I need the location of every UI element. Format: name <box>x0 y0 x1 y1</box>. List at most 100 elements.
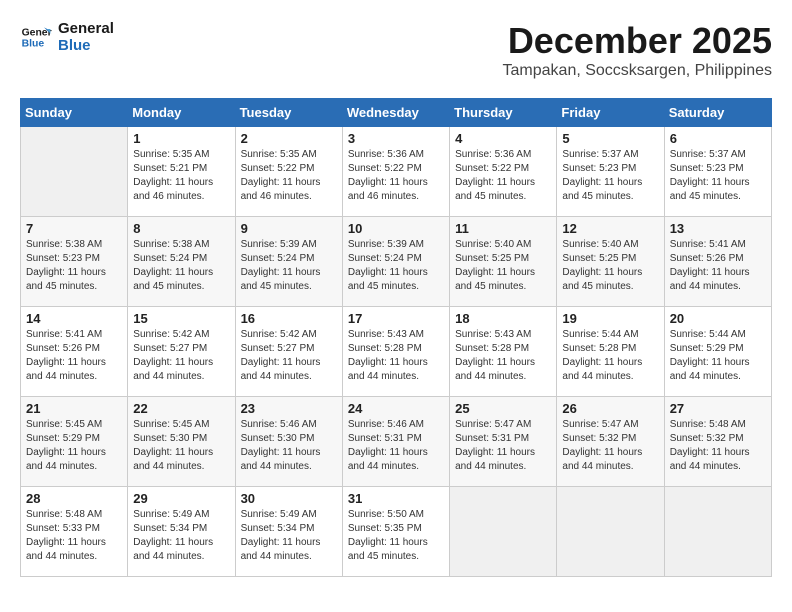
day-number: 23 <box>241 401 337 416</box>
week-row-1: 1Sunrise: 5:35 AMSunset: 5:21 PMDaylight… <box>21 127 772 217</box>
calendar-cell: 15Sunrise: 5:42 AMSunset: 5:27 PMDayligh… <box>128 307 235 397</box>
day-info: Sunrise: 5:41 AMSunset: 5:26 PMDaylight:… <box>670 238 766 294</box>
calendar-cell: 6Sunrise: 5:37 AMSunset: 5:23 PMDaylight… <box>664 127 771 217</box>
day-info: Sunrise: 5:43 AMSunset: 5:28 PMDaylight:… <box>348 328 444 384</box>
calendar-cell <box>21 127 128 217</box>
day-number: 4 <box>455 131 551 146</box>
day-info: Sunrise: 5:35 AMSunset: 5:22 PMDaylight:… <box>241 148 337 204</box>
day-number: 24 <box>348 401 444 416</box>
day-number: 31 <box>348 491 444 506</box>
day-number: 17 <box>348 311 444 326</box>
day-number: 19 <box>562 311 658 326</box>
title-section: December 2025 Tampakan, Soccsksargen, Ph… <box>503 20 772 80</box>
day-info: Sunrise: 5:43 AMSunset: 5:28 PMDaylight:… <box>455 328 551 384</box>
calendar-cell: 10Sunrise: 5:39 AMSunset: 5:24 PMDayligh… <box>342 217 449 307</box>
calendar-cell: 17 Sunrise: 5:43 AMSunset: 5:28 PMDayligh… <box>342 307 449 397</box>
day-info: Sunrise: 5:41 AMSunset: 5:26 PMDaylight:… <box>26 328 122 384</box>
day-info: Sunrise: 5:38 AMSunset: 5:23 PMDaylight:… <box>26 238 122 294</box>
calendar-cell: 22 Sunrise: 5:45 AMSunset: 5:30 PMDayligh… <box>128 397 235 487</box>
day-info: Sunrise: 5:49 AMSunset: 5:34 PMDaylight:… <box>241 508 337 564</box>
day-info: Sunrise: 5:45 AMSunset: 5:30 PMDaylight:… <box>133 418 229 474</box>
day-number: 22 <box>133 401 229 416</box>
day-number: 8 <box>133 221 229 236</box>
day-number: 2 <box>241 131 337 146</box>
day-info: Sunrise: 5:36 AMSunset: 5:22 PMDaylight:… <box>348 148 444 204</box>
calendar-cell: 5 Sunrise: 5:37 AMSunset: 5:23 PMDaylight… <box>557 127 664 217</box>
calendar-cell: 8 Sunrise: 5:38 AMSunset: 5:24 PMDaylight… <box>128 217 235 307</box>
week-row-2: 7 Sunrise: 5:38 AMSunset: 5:23 PMDaylight… <box>21 217 772 307</box>
calendar-cell: 24 Sunrise: 5:46 AMSunset: 5:31 PMDayligh… <box>342 397 449 487</box>
month-title: December 2025 <box>503 20 772 62</box>
day-info: Sunrise: 5:49 AMSunset: 5:34 PMDaylight:… <box>133 508 229 564</box>
logo: General Blue General Blue <box>20 20 114 54</box>
calendar-cell: 28Sunrise: 5:48 AMSunset: 5:33 PMDayligh… <box>21 487 128 577</box>
day-info: Sunrise: 5:37 AMSunset: 5:23 PMDaylight:… <box>562 148 658 204</box>
calendar-cell: 3 Sunrise: 5:36 AMSunset: 5:22 PMDaylight… <box>342 127 449 217</box>
day-number: 9 <box>241 221 337 236</box>
day-info: Sunrise: 5:35 AMSunset: 5:21 PMDaylight:… <box>133 148 229 204</box>
calendar-cell: 16 Sunrise: 5:42 AMSunset: 5:27 PMDayligh… <box>235 307 342 397</box>
day-number: 27 <box>670 401 766 416</box>
calendar-table: SundayMondayTuesdayWednesdayThursdayFrid… <box>20 98 772 577</box>
calendar-cell <box>557 487 664 577</box>
calendar-cell: 31 Sunrise: 5:50 AMSunset: 5:35 PMDayligh… <box>342 487 449 577</box>
day-number: 11 <box>455 221 551 236</box>
calendar-cell: 23Sunrise: 5:46 AMSunset: 5:30 PMDayligh… <box>235 397 342 487</box>
day-number: 16 <box>241 311 337 326</box>
logo-general: General <box>58 20 114 37</box>
weekday-header-wednesday: Wednesday <box>342 99 449 127</box>
calendar-cell: 21 Sunrise: 5:45 AMSunset: 5:29 PMDayligh… <box>21 397 128 487</box>
day-number: 3 <box>348 131 444 146</box>
calendar-cell: 14 Sunrise: 5:41 AMSunset: 5:26 PMDayligh… <box>21 307 128 397</box>
day-info: Sunrise: 5:45 AMSunset: 5:29 PMDaylight:… <box>26 418 122 474</box>
day-number: 10 <box>348 221 444 236</box>
day-info: Sunrise: 5:48 AMSunset: 5:32 PMDaylight:… <box>670 418 766 474</box>
day-info: Sunrise: 5:44 AMSunset: 5:28 PMDaylight:… <box>562 328 658 384</box>
day-number: 21 <box>26 401 122 416</box>
calendar-cell <box>450 487 557 577</box>
day-info: Sunrise: 5:47 AMSunset: 5:31 PMDaylight:… <box>455 418 551 474</box>
day-number: 18 <box>455 311 551 326</box>
day-info: Sunrise: 5:48 AMSunset: 5:33 PMDaylight:… <box>26 508 122 564</box>
weekday-header-friday: Friday <box>557 99 664 127</box>
calendar-body: 1Sunrise: 5:35 AMSunset: 5:21 PMDaylight… <box>21 127 772 577</box>
day-number: 29 <box>133 491 229 506</box>
day-info: Sunrise: 5:50 AMSunset: 5:35 PMDaylight:… <box>348 508 444 564</box>
general-blue-logo-icon: General Blue <box>20 21 52 53</box>
calendar-cell: 29 Sunrise: 5:49 AMSunset: 5:34 PMDayligh… <box>128 487 235 577</box>
week-row-5: 28Sunrise: 5:48 AMSunset: 5:33 PMDayligh… <box>21 487 772 577</box>
day-info: Sunrise: 5:38 AMSunset: 5:24 PMDaylight:… <box>133 238 229 294</box>
weekday-header-saturday: Saturday <box>664 99 771 127</box>
day-number: 6 <box>670 131 766 146</box>
calendar-cell: 4Sunrise: 5:36 AMSunset: 5:22 PMDaylight… <box>450 127 557 217</box>
day-number: 7 <box>26 221 122 236</box>
day-number: 25 <box>455 401 551 416</box>
day-info: Sunrise: 5:40 AMSunset: 5:25 PMDaylight:… <box>562 238 658 294</box>
top-area: General Blue General Blue December 2025 … <box>20 20 772 88</box>
day-info: Sunrise: 5:46 AMSunset: 5:31 PMDaylight:… <box>348 418 444 474</box>
day-number: 12 <box>562 221 658 236</box>
day-number: 14 <box>26 311 122 326</box>
calendar-cell: 20Sunrise: 5:44 AMSunset: 5:29 PMDayligh… <box>664 307 771 397</box>
calendar-cell: 9Sunrise: 5:39 AMSunset: 5:24 PMDaylight… <box>235 217 342 307</box>
day-number: 5 <box>562 131 658 146</box>
weekday-header-monday: Monday <box>128 99 235 127</box>
day-number: 13 <box>670 221 766 236</box>
calendar-cell: 26Sunrise: 5:47 AMSunset: 5:32 PMDayligh… <box>557 397 664 487</box>
week-row-3: 14 Sunrise: 5:41 AMSunset: 5:26 PMDayligh… <box>21 307 772 397</box>
day-info: Sunrise: 5:40 AMSunset: 5:25 PMDaylight:… <box>455 238 551 294</box>
day-info: Sunrise: 5:42 AMSunset: 5:27 PMDaylight:… <box>241 328 337 384</box>
calendar-cell <box>664 487 771 577</box>
day-number: 20 <box>670 311 766 326</box>
logo-blue: Blue <box>58 37 114 54</box>
calendar-cell: 27 Sunrise: 5:48 AMSunset: 5:32 PMDayligh… <box>664 397 771 487</box>
calendar-cell: 30 Sunrise: 5:49 AMSunset: 5:34 PMDayligh… <box>235 487 342 577</box>
calendar-cell: 18 Sunrise: 5:43 AMSunset: 5:28 PMDayligh… <box>450 307 557 397</box>
calendar-cell: 7 Sunrise: 5:38 AMSunset: 5:23 PMDaylight… <box>21 217 128 307</box>
day-info: Sunrise: 5:47 AMSunset: 5:32 PMDaylight:… <box>562 418 658 474</box>
location-title: Tampakan, Soccsksargen, Philippines <box>503 62 772 80</box>
day-number: 30 <box>241 491 337 506</box>
weekday-header-sunday: Sunday <box>21 99 128 127</box>
weekday-header-thursday: Thursday <box>450 99 557 127</box>
calendar-cell: 19 Sunrise: 5:44 AMSunset: 5:28 PMDayligh… <box>557 307 664 397</box>
